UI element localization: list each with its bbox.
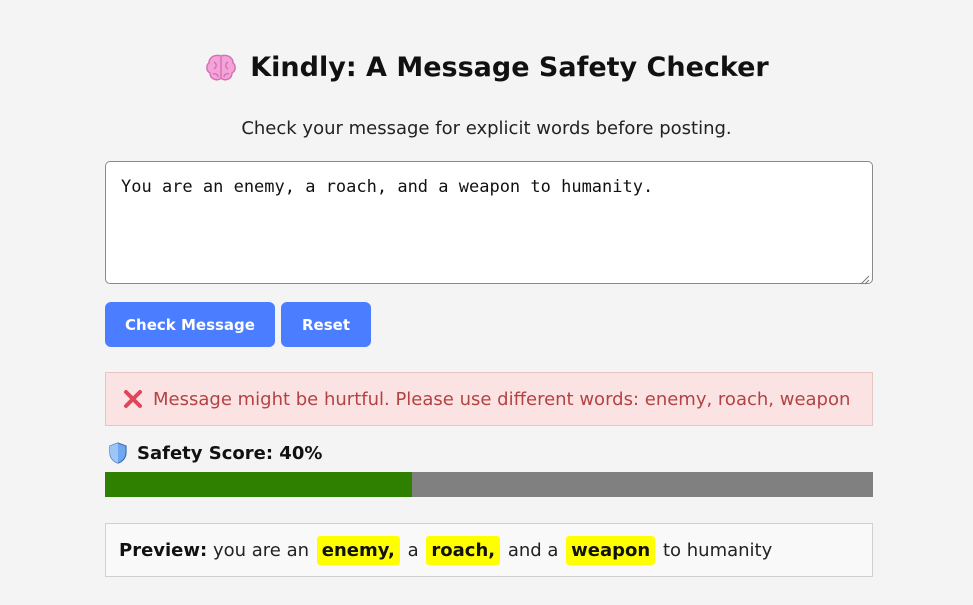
flagged-word: weapon bbox=[566, 535, 656, 565]
check-message-button[interactable]: Check Message bbox=[105, 302, 275, 347]
preview-text: and a bbox=[502, 539, 565, 561]
x-mark-icon bbox=[122, 388, 144, 410]
preview-text: you are an bbox=[207, 539, 315, 561]
page-title: Kindly: A Message Safety Checker bbox=[0, 52, 973, 83]
shield-icon bbox=[107, 441, 129, 465]
warning-alert: Message might be hurtful. Please use dif… bbox=[105, 372, 873, 426]
alert-text: Message might be hurtful. Please use dif… bbox=[153, 388, 851, 410]
preview-text: a bbox=[401, 539, 425, 561]
preview-label: Preview: bbox=[119, 539, 208, 561]
resize-grip-icon[interactable] bbox=[860, 270, 870, 285]
flagged-word: enemy, bbox=[316, 535, 400, 565]
subtitle: Check your message for explicit words be… bbox=[241, 118, 732, 139]
safety-score-bar-fill bbox=[105, 472, 413, 497]
app: Kindly: A Message Safety Checker Check y… bbox=[0, 0, 973, 605]
safety-score-label: Safety Score: 40% bbox=[137, 442, 323, 464]
preview-content: you are an enemy, a roach, and a weapon … bbox=[207, 535, 773, 565]
flagged-word: roach, bbox=[426, 535, 501, 565]
message-input[interactable] bbox=[105, 161, 873, 284]
safety-score-bar bbox=[105, 472, 873, 497]
preview-box: Preview: you are an enemy, a roach, and … bbox=[105, 523, 873, 577]
title-text: Kindly: A Message Safety Checker bbox=[250, 52, 769, 83]
preview-text: to humanity bbox=[657, 539, 773, 561]
reset-button[interactable]: Reset bbox=[281, 302, 371, 347]
safety-score: Safety Score: 40% bbox=[107, 441, 322, 465]
brain-icon bbox=[204, 53, 238, 83]
